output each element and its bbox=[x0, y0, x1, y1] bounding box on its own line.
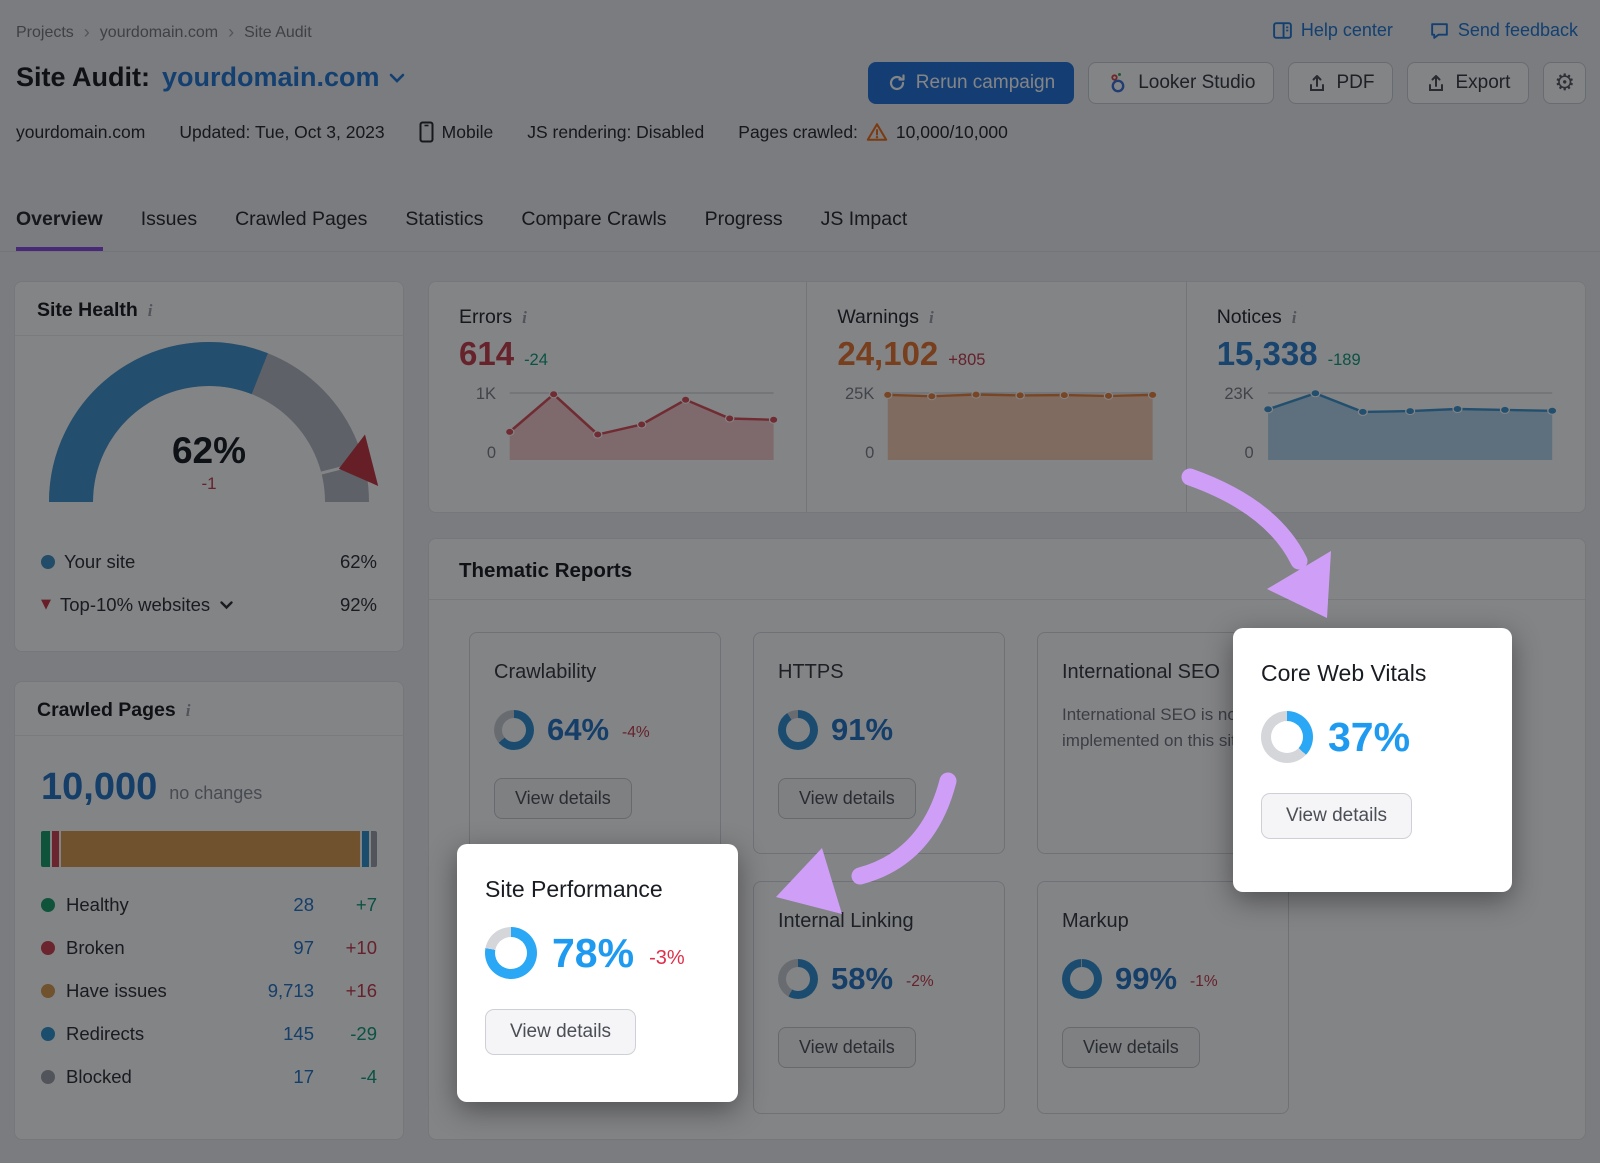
site-performance-card: Site Performance 78% -3% View details bbox=[457, 844, 738, 1102]
dim-overlay bbox=[0, 0, 1600, 1163]
core-web-vitals-title: Core Web Vitals bbox=[1261, 660, 1484, 687]
core-web-vitals-view-details-button[interactable]: View details bbox=[1261, 793, 1412, 839]
site-performance-view-details-button[interactable]: View details bbox=[485, 1009, 636, 1055]
core-web-vitals-donut bbox=[1261, 711, 1313, 763]
core-web-vitals-score: 37% bbox=[1328, 714, 1410, 761]
site-performance-donut bbox=[485, 927, 537, 979]
site-audit-page: Projects › yourdomain.com › Site Audit H… bbox=[0, 0, 1600, 1163]
site-performance-title: Site Performance bbox=[485, 876, 710, 903]
site-performance-change: -3% bbox=[649, 947, 685, 970]
core-web-vitals-card: Core Web Vitals 37% View details bbox=[1233, 628, 1512, 892]
site-performance-score: 78% bbox=[552, 930, 634, 977]
